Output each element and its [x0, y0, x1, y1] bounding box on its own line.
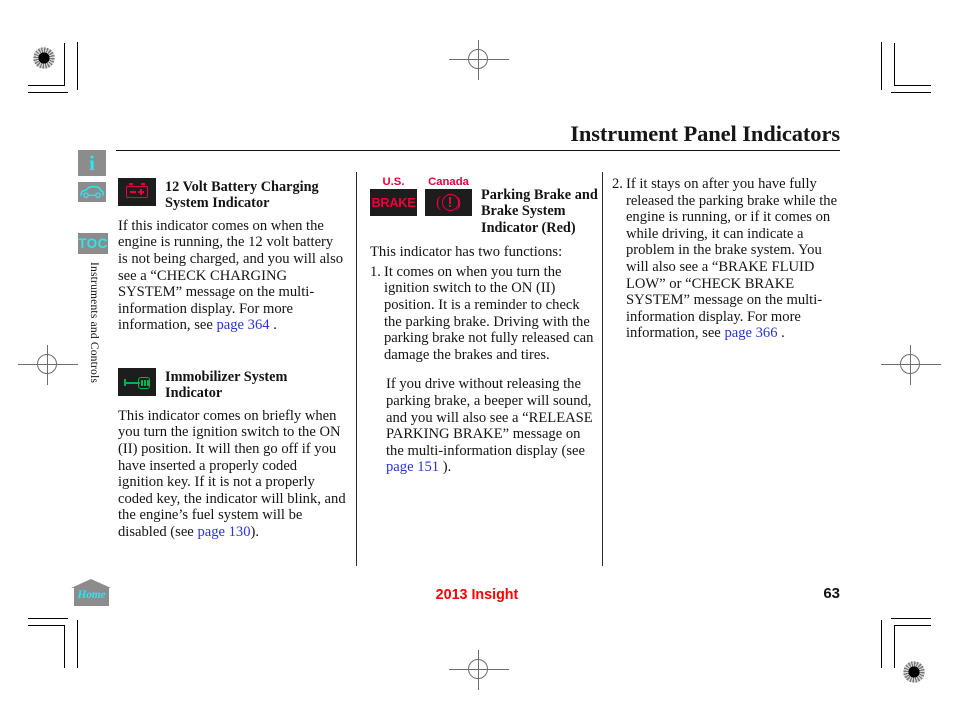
- column-divider-1: [356, 172, 357, 566]
- brake-release-text-2: ).: [439, 459, 452, 476]
- brake-list-item-2-number: 2.: [612, 176, 623, 192]
- page-link-130[interactable]: page 130: [197, 524, 250, 540]
- crop-mark-bottom-left-vertical-outer: [77, 620, 78, 668]
- crosshair-ring-icon: [900, 354, 920, 374]
- brake-right-paren-icon: ): [455, 193, 461, 211]
- registration-crosshair-bottom: [449, 650, 509, 690]
- brake-exclamation-icon: [449, 197, 452, 208]
- battery-paragraph-text-1: If this indicator comes on when the engi…: [118, 217, 344, 334]
- brake-list-item-2-text-1: If it stays on after you have fully rele…: [625, 176, 838, 342]
- brake-list-item-2-text: If it stays on after you have fully rele…: [626, 176, 844, 342]
- brake-left-paren-icon: (: [436, 193, 442, 211]
- brake-list-item-2-text-2: .: [777, 325, 785, 342]
- key-bar-icon-2: [144, 379, 146, 387]
- content-column-3: 2. If it stays on after you have fully r…: [612, 176, 844, 342]
- crop-mark-top-right-vertical-outer: [881, 42, 882, 90]
- crop-mark-bottom-right-vertical-inner: [894, 625, 895, 668]
- brake-icon-us: U.S. BRAKE: [370, 176, 417, 216]
- brake-intro-paragraph: This indicator has two functions:: [370, 244, 563, 261]
- crop-mark-bottom-left-vertical-inner: [64, 625, 65, 668]
- content-column-1: 12 Volt Battery Charging System Indicato…: [118, 176, 346, 541]
- brake-indicator-heading: Parking Brake and Brake System Indicator…: [481, 187, 598, 236]
- brake-indicator-block: U.S. BRAKE Canada ( ) Parking Brake and …: [370, 176, 598, 236]
- page-link-366[interactable]: page 366: [724, 325, 777, 341]
- brake-release-paragraph: If you drive without releasing the parki…: [386, 376, 598, 476]
- immobilizer-indicator-icon: [118, 367, 156, 396]
- crosshair-ring-icon: [468, 659, 488, 679]
- sidebar-tab-toc[interactable]: TOC: [78, 233, 108, 254]
- key-icon: [124, 376, 150, 389]
- battery-icon: [126, 183, 148, 198]
- brake-indicator-icons: U.S. BRAKE Canada ( ): [370, 176, 472, 216]
- toc-label: TOC: [78, 235, 108, 251]
- sidebar-tab-info[interactable]: i: [78, 150, 106, 176]
- key-bar-icon-1: [141, 379, 143, 387]
- brake-list-item-1: 1. It comes on when you turn the ignitio…: [370, 264, 598, 364]
- registration-crosshair-left: [18, 345, 78, 385]
- key-bar-icon-3: [147, 379, 149, 387]
- immobilizer-indicator-heading: Immobilizer System Indicator: [165, 368, 288, 402]
- registration-dot-bottom-right: [899, 657, 929, 687]
- battery-paragraph-text-2: .: [269, 317, 277, 334]
- crop-mark-top-right-vertical-inner: [894, 43, 895, 86]
- page-title: Instrument Panel Indicators: [570, 121, 840, 146]
- brake-list-item-1-text: It comes on when you turn the ignition s…: [383, 263, 594, 363]
- crop-mark-top-left-horizontal-inner: [28, 85, 65, 86]
- brake-icon-canada-caption: Canada: [428, 176, 469, 188]
- brake-release-text-1: If you drive without releasing the parki…: [386, 376, 593, 459]
- immobilizer-paragraph-text-1: This indicator comes on briefly when you…: [118, 407, 346, 540]
- registration-dot-top-left: [29, 43, 59, 73]
- crop-mark-bottom-left-horizontal-inner: [28, 625, 65, 626]
- crop-mark-top-right-horizontal-inner: [894, 85, 931, 86]
- crop-mark-bottom-right-horizontal-outer: [891, 618, 931, 619]
- crop-mark-bottom-left-horizontal-outer: [28, 618, 68, 619]
- info-icon: i: [89, 150, 95, 175]
- column-divider-2: [602, 172, 603, 566]
- crop-mark-top-left-vertical-inner: [64, 43, 65, 86]
- crop-mark-top-left-vertical-outer: [77, 42, 78, 90]
- content-column-2: U.S. BRAKE Canada ( ) Parking Brake and …: [370, 176, 598, 476]
- key-tooth-icon: [124, 379, 127, 387]
- brake-icon-canada: Canada ( ): [425, 176, 472, 216]
- page-link-364[interactable]: page 364: [216, 317, 269, 333]
- battery-indicator-paragraph: If this indicator comes on when the engi…: [118, 218, 346, 334]
- title-divider: [116, 150, 840, 151]
- brake-icon-us-caption: U.S.: [382, 176, 405, 188]
- page-link-151[interactable]: page 151: [386, 459, 439, 475]
- footer-page-number: 63: [823, 585, 840, 602]
- brake-icon-canada-box: ( ): [425, 189, 472, 216]
- crosshair-ring-icon: [468, 49, 488, 69]
- car-icon: [80, 186, 104, 199]
- crop-mark-top-left-horizontal-outer: [28, 92, 68, 93]
- battery-indicator-icon: [118, 178, 156, 206]
- battery-indicator-heading: 12 Volt Battery Charging System Indicato…: [165, 179, 319, 212]
- brake-word-icon: BRAKE: [371, 195, 416, 210]
- crop-mark-bottom-right-vertical-outer: [881, 620, 882, 668]
- sidebar-section-label: Instruments and Controls: [88, 262, 100, 384]
- battery-plus-vertical-icon: [140, 188, 142, 195]
- battery-indicator-block: 12 Volt Battery Charging System Indicato…: [118, 176, 346, 212]
- immobilizer-paragraph-text-2: ).: [250, 523, 260, 540]
- immobilizer-indicator-block: Immobilizer System Indicator: [118, 366, 346, 402]
- sidebar-tab-vehicle[interactable]: [78, 182, 106, 202]
- crosshair-ring-icon: [37, 354, 57, 374]
- brake-list-item-1-number: 1.: [370, 263, 381, 280]
- brake-list-item-2: 2. If it stays on after you have fully r…: [612, 176, 844, 342]
- crop-mark-top-right-horizontal-outer: [891, 92, 931, 93]
- registration-crosshair-right: [881, 345, 941, 385]
- brake-icon-us-box: BRAKE: [370, 189, 417, 216]
- immobilizer-indicator-paragraph: This indicator comes on briefly when you…: [118, 408, 346, 541]
- battery-minus-icon: [130, 191, 136, 193]
- crop-mark-bottom-right-horizontal-inner: [894, 625, 931, 626]
- registration-crosshair-top: [449, 40, 509, 80]
